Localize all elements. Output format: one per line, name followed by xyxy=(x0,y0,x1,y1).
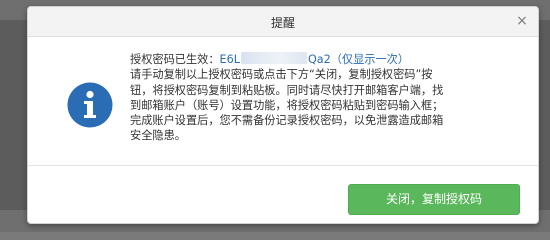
password-start: E6L xyxy=(219,53,240,66)
message-line: 请手动复制以上授权密码或点击下方“关闭，复制授权密码”按 xyxy=(130,68,433,82)
dialog-footer: 关闭，复制授权码 xyxy=(28,165,538,223)
password-note: （仅显示一次） xyxy=(330,53,410,66)
message-line: 安全隐患。 xyxy=(130,129,186,143)
password-end: Qa2 xyxy=(307,53,331,66)
close-button[interactable]: × xyxy=(514,13,530,29)
password-label: 授权密码已生效： xyxy=(130,53,220,66)
alert-dialog: 提醒 × 授权密码已生效：E6L Qa2（仅显示一次） 请手动复制以上授权密码或点… xyxy=(27,6,539,224)
info-icon xyxy=(67,82,113,128)
message-line: 完成账户设置后，您不需备份记录授权密码，以免泄露造成邮箱 xyxy=(130,114,444,128)
dialog-title: 提醒 xyxy=(270,16,295,30)
password-line: 授权密码已生效：E6L Qa2（仅显示一次） xyxy=(130,52,470,67)
message-line: 钮，将授权密码复制到粘贴板。同时请尽快打开邮箱客户端，找 xyxy=(130,83,444,97)
dialog-header: 提醒 × xyxy=(28,7,538,37)
password-mask xyxy=(240,52,307,64)
message-line: 到邮箱账户（账号）设置功能，将授权密码粘贴到密码输入框； xyxy=(130,98,444,112)
dialog-message: 授权密码已生效：E6L Qa2（仅显示一次） 请手动复制以上授权密码或点击下方“关… xyxy=(130,52,470,144)
close-icon: × xyxy=(516,13,528,29)
close-and-copy-button[interactable]: 关闭，复制授权码 xyxy=(348,184,520,215)
password-value: E6L Qa2（仅显示一次） xyxy=(219,52,410,66)
